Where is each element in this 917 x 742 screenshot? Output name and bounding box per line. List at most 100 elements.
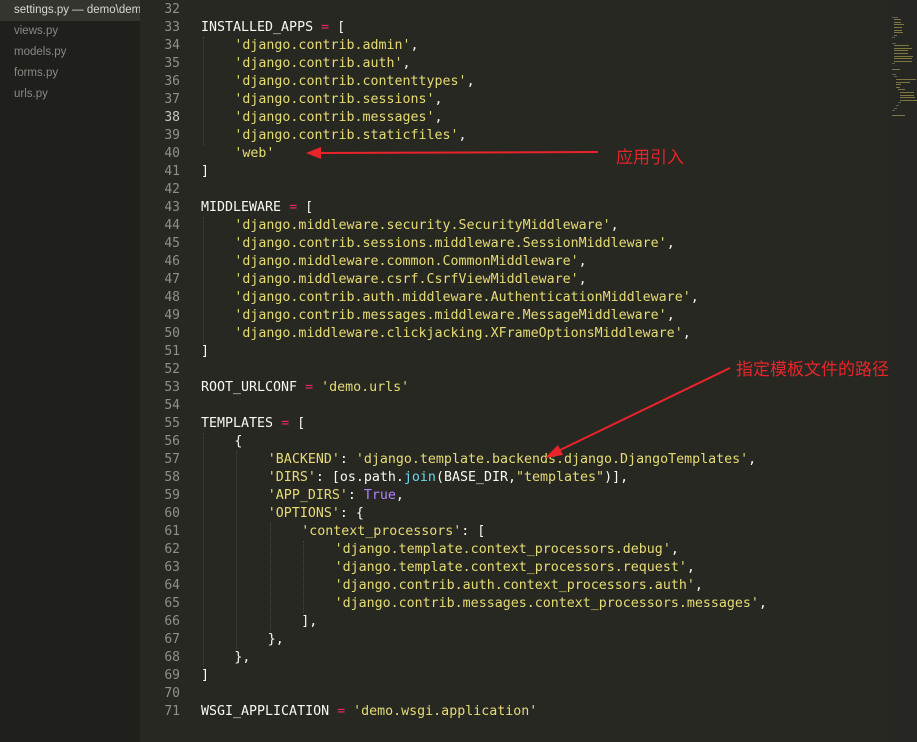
code-line: }, <box>234 649 250 667</box>
code-token: = <box>305 380 314 395</box>
code-token: = <box>321 20 330 35</box>
minimap-line <box>894 19 902 21</box>
minimap-line <box>894 76 897 78</box>
code-line: 'BACKEND': 'django.template.backends.dja… <box>268 451 756 469</box>
code-token: 'context_processors' <box>301 524 462 539</box>
minimap-line <box>894 27 903 28</box>
code-token: 'django.contrib.messages.context_process… <box>334 596 759 611</box>
code-line: 'django.contrib.auth.middleware.Authenti… <box>234 289 698 307</box>
minimap-line <box>894 53 909 54</box>
code-token: INSTALLED_APPS <box>201 20 322 35</box>
code-token: 'django.contrib.contenttypes' <box>234 74 467 89</box>
code-token: 'django.contrib.staticfiles' <box>234 128 459 143</box>
line-number: 64 <box>164 578 180 593</box>
code-token: : <box>339 452 356 467</box>
indent-guide <box>303 541 305 613</box>
line-number: 45 <box>164 236 180 251</box>
sidebar-file-item[interactable]: models.py <box>0 42 140 63</box>
line-number: 42 <box>164 182 180 197</box>
minimap-line <box>892 16 898 18</box>
code-line: ] <box>201 343 209 361</box>
code-token: , <box>686 560 695 575</box>
code-line: 'django.contrib.messages.context_process… <box>335 595 767 613</box>
code-token: 'django.contrib.messages.middleware.Mess… <box>234 308 667 323</box>
line-number: 44 <box>164 218 180 233</box>
minimap-line <box>896 86 900 88</box>
code-line: 'django.contrib.sessions.middleware.Sess… <box>234 235 674 253</box>
minimap-line <box>894 34 897 36</box>
code-token: : { <box>339 506 364 521</box>
minimap-line <box>894 107 897 109</box>
indent-guide <box>269 523 271 631</box>
code-token: , <box>395 488 404 503</box>
code-line: 'django.middleware.clickjacking.XFrameOp… <box>234 325 690 343</box>
minimap-line <box>896 84 902 86</box>
minimap-line <box>892 73 897 75</box>
indent-guide <box>236 451 238 649</box>
code-token: , <box>666 236 675 251</box>
sidebar-file-item[interactable]: settings.py — demo\demo <box>0 0 140 21</box>
line-number: 56 <box>164 434 180 449</box>
sidebar-file-item[interactable]: urls.py <box>0 84 140 105</box>
line-number: 41 <box>164 164 180 179</box>
code-line: 'django.contrib.contenttypes', <box>234 73 474 91</box>
code-token: ] <box>201 164 210 179</box>
code-token: , <box>434 92 443 107</box>
code-token: ] <box>201 344 210 359</box>
minimap[interactable] <box>888 0 917 742</box>
line-number: 48 <box>164 290 180 305</box>
code-token: 'django.contrib.admin' <box>234 38 411 53</box>
code-token: 'django.template.context_processors.requ… <box>334 560 687 575</box>
sidebar-file-item[interactable]: forms.py <box>0 63 140 84</box>
line-number: 43 <box>164 200 180 215</box>
line-number: 69 <box>164 668 180 683</box>
line-number: 38 <box>164 110 180 125</box>
line-number: 39 <box>164 128 180 143</box>
minimap-line <box>892 37 895 39</box>
line-number: 49 <box>164 308 180 323</box>
minimap-line <box>900 94 915 96</box>
code-token: 'django.contrib.sessions' <box>234 92 435 107</box>
code-line: 'django.contrib.auth', <box>234 55 410 73</box>
line-number: 57 <box>164 452 180 467</box>
code-token: , <box>434 110 443 125</box>
line-number: 54 <box>164 398 180 413</box>
code-token: 'OPTIONS' <box>267 506 340 521</box>
code-line: }, <box>268 631 284 649</box>
minimap-line <box>892 42 897 44</box>
minimap-line <box>898 89 906 91</box>
code-line: 'django.contrib.messages.middleware.Mess… <box>234 307 674 325</box>
line-number: 71 <box>164 704 180 719</box>
code-token: True <box>363 488 396 503</box>
line-number: 33 <box>164 20 180 35</box>
code-token: 'django.contrib.sessions.middleware.Sess… <box>234 236 667 251</box>
code-token: TEMPLATES <box>201 416 282 431</box>
sidebar-file-item[interactable]: views.py <box>0 21 140 42</box>
minimap-line <box>896 79 916 80</box>
code-token: , <box>410 38 419 53</box>
code-line: 'django.contrib.sessions', <box>234 91 442 109</box>
line-number: 67 <box>164 632 180 647</box>
code-line: ROOT_URLCONF = 'demo.urls' <box>201 379 409 397</box>
code-token: , <box>748 452 757 467</box>
minimap-line <box>892 110 895 112</box>
code-token: , <box>758 596 767 611</box>
code-line: 'django.contrib.staticfiles', <box>234 127 466 145</box>
line-number: 55 <box>164 416 180 431</box>
code-token: 'django.template.context_processors.debu… <box>334 542 671 557</box>
code-token: = <box>289 200 298 215</box>
line-number: 52 <box>164 362 180 377</box>
indent-guide <box>203 37 204 145</box>
code-token: [ <box>289 416 306 431</box>
code-line: INSTALLED_APPS = [ <box>201 19 345 37</box>
minimap-line <box>892 68 901 70</box>
code-line: 'django.middleware.common.CommonMiddlewa… <box>234 253 586 271</box>
code-token: 'django.contrib.auth.middleware.Authenti… <box>234 290 691 305</box>
minimap-line <box>894 21 902 23</box>
code-token: , <box>578 272 587 287</box>
code-token: "templates" <box>516 470 605 485</box>
code-token: (BASE_DIR, <box>435 470 516 485</box>
code-line: 'django.contrib.admin', <box>234 37 418 55</box>
code-token: 'demo.wsgi.application' <box>353 704 538 719</box>
